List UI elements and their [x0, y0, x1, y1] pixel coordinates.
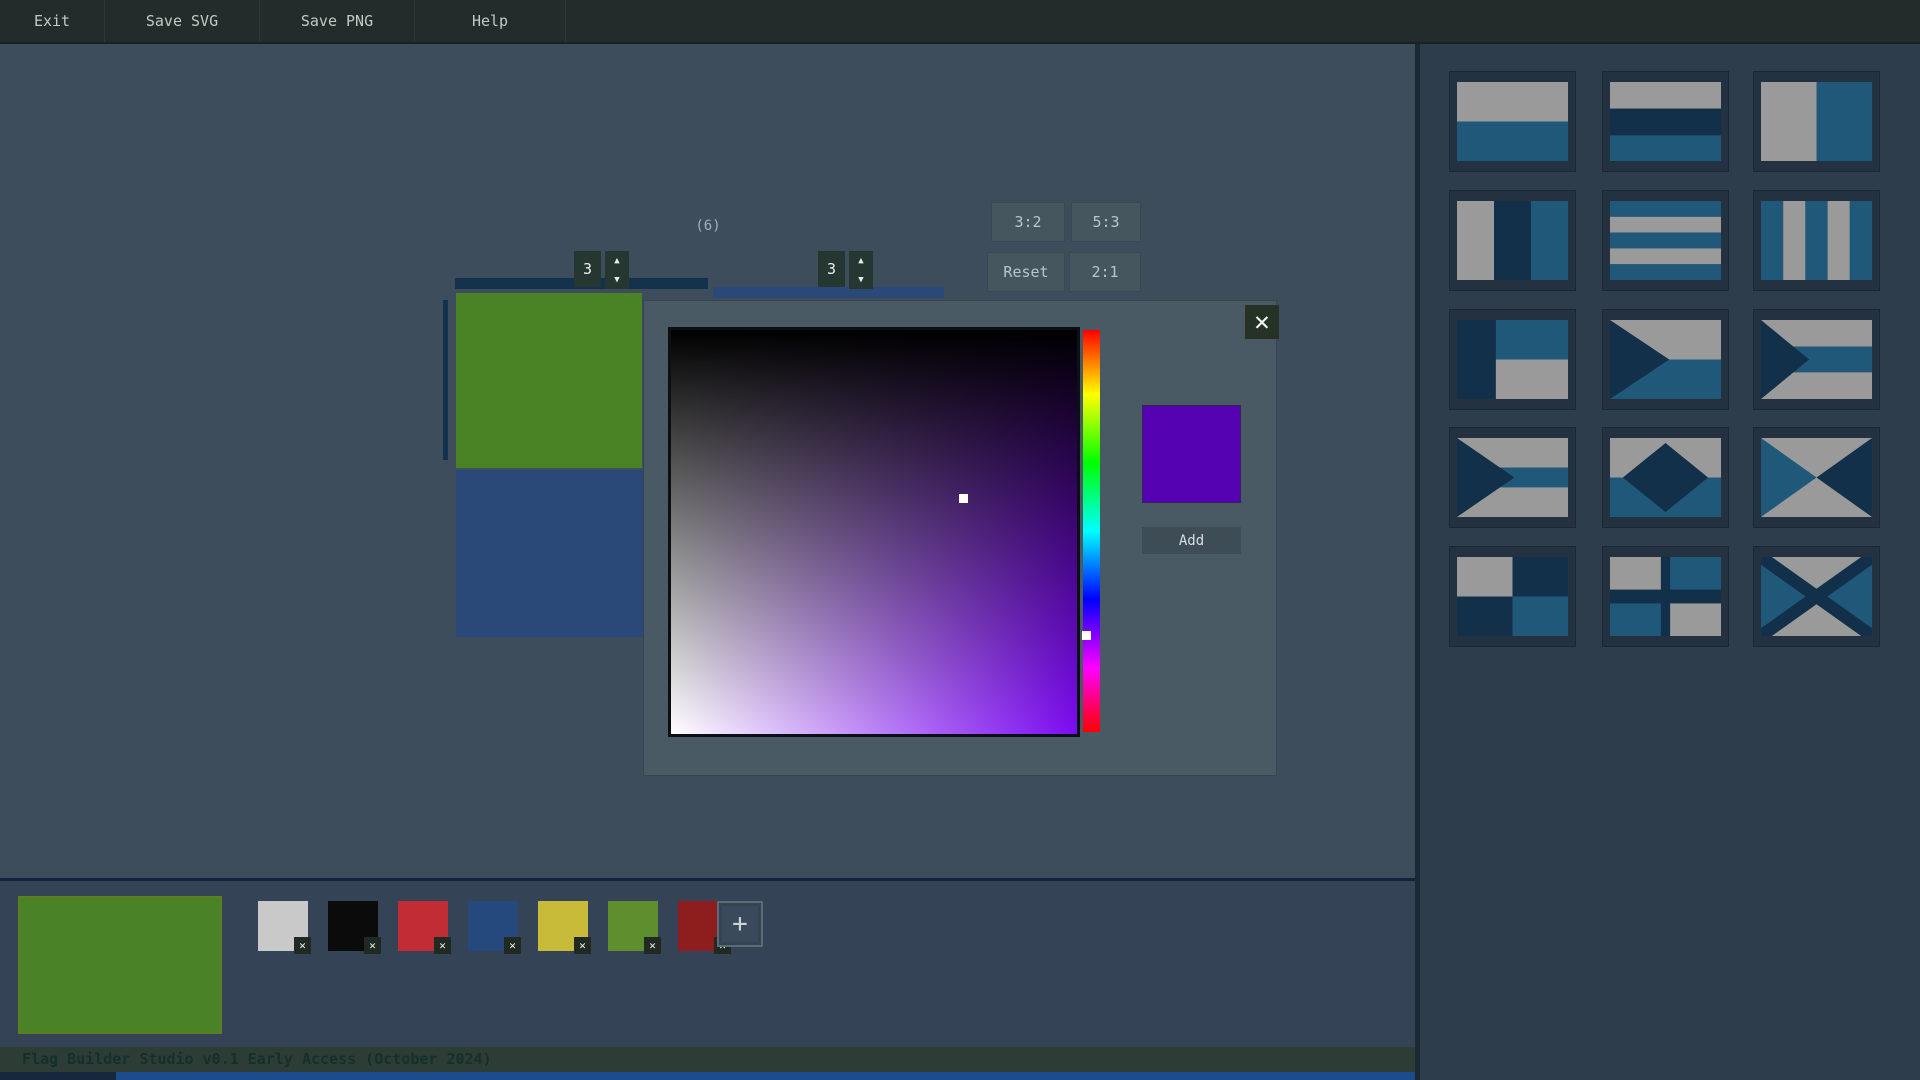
spinner-value: 3 [574, 251, 601, 287]
color-preview-swatch [1142, 405, 1241, 503]
delete-swatch-icon[interactable]: ✕ [504, 937, 521, 954]
spinner-up-icon[interactable]: ▲ [849, 251, 873, 270]
ratio-button-reset[interactable]: Reset [987, 252, 1065, 292]
flag-stripe-selection-line [443, 300, 448, 460]
flag-thumbnail [1457, 320, 1568, 399]
flag-template-diamond[interactable] [1602, 427, 1729, 528]
delete-swatch-icon[interactable]: ✕ [434, 937, 451, 954]
palette-swatch[interactable]: ✕ [328, 901, 378, 951]
flag-template-left-band-split[interactable] [1449, 309, 1576, 410]
hue-cursor[interactable] [1082, 631, 1091, 640]
template-sidebar [1420, 44, 1920, 1080]
stripe-count-label: (6) [683, 218, 733, 234]
flag-thumbnail [1457, 438, 1568, 517]
flag-template-chevron-bicolor[interactable] [1602, 309, 1729, 410]
bottom-edge-strip [116, 1072, 1418, 1080]
spinner-arrows: ▲▼ [849, 251, 873, 289]
palette-swatch[interactable]: ✕ [398, 901, 448, 951]
spinner-up-icon[interactable]: ▲ [605, 251, 629, 270]
flag-template-bicolor-vertical[interactable] [1753, 71, 1880, 172]
flag-builder-app: ExitSave SVGSave PNGHelp (6) 3▲▼3▲▼ 3:25… [0, 0, 1920, 1080]
sidebar-divider [1415, 44, 1420, 1080]
menu-item-help[interactable]: Help [415, 0, 566, 42]
spinner-value: 3 [818, 251, 845, 287]
flag-template-saltire[interactable] [1753, 546, 1880, 647]
color-picker-dialog: Add ✕ [643, 300, 1277, 776]
flag-thumbnail [1610, 557, 1721, 636]
bottom-edge-dark [0, 1072, 116, 1080]
ratio-button-3-2[interactable]: 3:2 [991, 202, 1065, 242]
stripe-spinner-2: 3▲▼ [818, 251, 873, 289]
stripe-spinner-1: 3▲▼ [574, 251, 629, 289]
saturation-value-picker[interactable] [668, 327, 1080, 737]
add-swatch-button[interactable]: + [717, 901, 763, 947]
sv-cursor[interactable] [959, 494, 968, 503]
status-bar: Flag Builder Studio v0.1 Early Access (O… [0, 1047, 1418, 1072]
palette-swatch[interactable]: ✕ [538, 901, 588, 951]
flag-template-stripes-horizontal-5[interactable] [1602, 190, 1729, 291]
menu-bar: ExitSave SVGSave PNGHelp [0, 0, 1920, 44]
flag-template-quarters-cross[interactable] [1602, 546, 1729, 647]
flag-thumbnail [1457, 201, 1568, 280]
close-icon[interactable]: ✕ [1245, 305, 1279, 339]
flag-template-tricolor-horizontal[interactable] [1602, 71, 1729, 172]
palette-swatch[interactable]: ✕ [468, 901, 518, 951]
flag-thumbnail [1761, 438, 1872, 517]
spinner-down-icon[interactable]: ▼ [605, 270, 629, 289]
menu-item-exit[interactable]: Exit [0, 0, 105, 42]
flag-template-quarters[interactable] [1449, 546, 1576, 647]
flag-thumbnail [1457, 557, 1568, 636]
delete-swatch-icon[interactable]: ✕ [644, 937, 661, 954]
flag-template-chevron-tricolor[interactable] [1753, 309, 1880, 410]
palette-swatch[interactable]: ✕ [608, 901, 658, 951]
flag-stripe-blue[interactable] [456, 470, 643, 637]
delete-swatch-icon[interactable]: ✕ [294, 937, 311, 954]
flag-thumbnail [1761, 82, 1872, 161]
spinner-down-icon[interactable]: ▼ [849, 270, 873, 289]
menu-item-save-svg[interactable]: Save SVG [105, 0, 260, 42]
palette-swatch[interactable]: ✕ [258, 901, 308, 951]
flag-thumbnail [1610, 82, 1721, 161]
flag-thumbnail [1761, 201, 1872, 280]
hue-slider[interactable] [1083, 330, 1100, 732]
palette-panel: ✕✕✕✕✕✕✕ + [0, 878, 1418, 1047]
delete-swatch-icon[interactable]: ✕ [574, 937, 591, 954]
flag-thumbnail [1610, 438, 1721, 517]
flag-template-bicolor-horizontal[interactable] [1449, 71, 1576, 172]
flag-thumbnail [1761, 320, 1872, 399]
selected-color-display [18, 896, 222, 1034]
flag-thumbnail [1610, 320, 1721, 399]
flag-thumbnail [1761, 557, 1872, 636]
delete-swatch-icon[interactable]: ✕ [364, 937, 381, 954]
flag-thumbnail [1457, 82, 1568, 161]
flag-template-tricolor-vertical[interactable] [1449, 190, 1576, 291]
add-color-button[interactable]: Add [1142, 527, 1241, 554]
ratio-button-2-1[interactable]: 2:1 [1069, 252, 1141, 292]
flag-template-stripes-vertical-5[interactable] [1753, 190, 1880, 291]
spinner-arrows: ▲▼ [605, 251, 629, 289]
menu-item-save-png[interactable]: Save PNG [260, 0, 415, 42]
flag-thumbnail [1610, 201, 1721, 280]
flag-stripe-green[interactable] [456, 293, 642, 468]
flag-template-chevron-pennant[interactable] [1449, 427, 1576, 528]
flag-template-bowtie[interactable] [1753, 427, 1880, 528]
ratio-button-5-3[interactable]: 5:3 [1071, 202, 1141, 242]
